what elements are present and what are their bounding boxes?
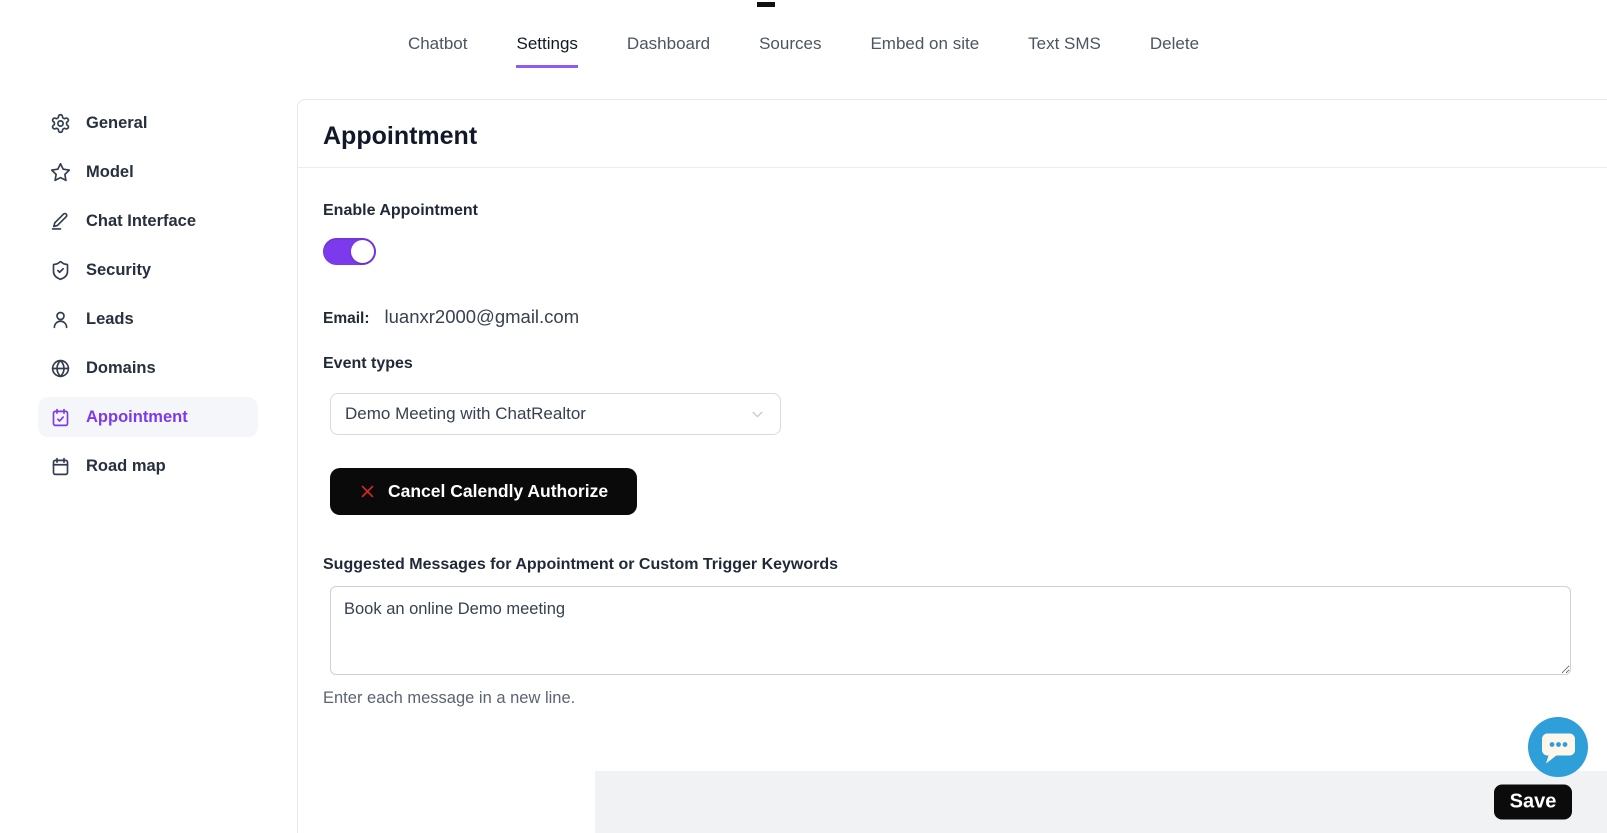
star-icon xyxy=(50,162,71,183)
tab-delete[interactable]: Delete xyxy=(1150,34,1199,68)
sidebar-item-appointment[interactable]: Appointment xyxy=(38,397,258,437)
email-value: luanxr2000@gmail.com xyxy=(385,306,580,328)
suggested-messages-help-text: Enter each message in a new line. xyxy=(323,689,1582,708)
sidebar-item-label: Leads xyxy=(86,310,134,329)
sidebar-item-general[interactable]: General xyxy=(38,103,258,143)
enable-appointment-label: Enable Appointment xyxy=(323,201,1582,220)
suggested-messages-input[interactable]: Book an online Demo meeting xyxy=(330,586,1571,675)
globe-icon xyxy=(50,358,71,379)
gear-icon xyxy=(50,113,71,134)
save-button[interactable]: Save xyxy=(1494,785,1572,820)
enable-appointment-toggle[interactable] xyxy=(323,238,376,265)
sidebar-item-domains[interactable]: Domains xyxy=(38,348,258,388)
sidebar-item-security[interactable]: Security xyxy=(38,250,258,290)
appointment-settings-panel: Appointment Enable Appointment Email: lu… xyxy=(297,99,1607,833)
top-navigation: Chatbot Settings Dashboard Sources Embed… xyxy=(0,0,1607,68)
sidebar-item-label: Model xyxy=(86,163,134,182)
tab-settings[interactable]: Settings xyxy=(516,34,577,68)
cancel-calendly-authorize-button[interactable]: Cancel Calendly Authorize xyxy=(330,468,637,515)
panel-header: Appointment xyxy=(298,100,1607,168)
tab-dashboard[interactable]: Dashboard xyxy=(627,34,710,68)
pencil-icon xyxy=(50,211,71,232)
chat-widget-button[interactable] xyxy=(1528,717,1588,777)
panel-body: Enable Appointment Email: luanxr2000@gma… xyxy=(298,168,1607,708)
person-icon xyxy=(50,309,71,330)
event-type-selected-value: Demo Meeting with ChatRealtor xyxy=(345,404,586,424)
email-label: Email: xyxy=(323,310,370,328)
tab-sources[interactable]: Sources xyxy=(759,34,821,68)
event-types-label: Event types xyxy=(323,354,1582,373)
sidebar-item-label: Appointment xyxy=(86,408,188,427)
calendar-check-icon xyxy=(50,407,71,428)
event-type-select[interactable]: Demo Meeting with ChatRealtor xyxy=(330,393,781,435)
sidebar-item-chat-interface[interactable]: Chat Interface xyxy=(38,201,258,241)
tab-embed-on-site[interactable]: Embed on site xyxy=(870,34,979,68)
footer-bar: Save xyxy=(595,771,1607,833)
chevron-down-icon xyxy=(749,406,766,423)
sidebar-item-label: Domains xyxy=(86,359,156,378)
tab-chatbot[interactable]: Chatbot xyxy=(408,34,468,68)
chat-bubble-icon xyxy=(1528,717,1588,777)
shield-check-icon xyxy=(50,260,71,281)
toggle-knob xyxy=(351,240,374,263)
calendar-icon xyxy=(50,456,71,477)
page-title: Appointment xyxy=(323,120,1582,153)
sidebar-item-model[interactable]: Model xyxy=(38,152,258,192)
sidebar-item-label: General xyxy=(86,114,147,133)
settings-sidebar: General Model Chat Interface Security Le… xyxy=(38,103,258,495)
sidebar-item-road-map[interactable]: Road map xyxy=(38,446,258,486)
sidebar-item-label: Road map xyxy=(86,457,166,476)
sidebar-item-leads[interactable]: Leads xyxy=(38,299,258,339)
sidebar-item-label: Security xyxy=(86,261,151,280)
suggested-messages-label: Suggested Messages for Appointment or Cu… xyxy=(323,555,1582,574)
x-icon xyxy=(359,483,376,500)
email-row: Email: luanxr2000@gmail.com xyxy=(323,306,1582,328)
cancel-calendly-authorize-label: Cancel Calendly Authorize xyxy=(388,481,608,502)
sidebar-item-label: Chat Interface xyxy=(86,212,196,231)
tab-text-sms[interactable]: Text SMS xyxy=(1028,34,1101,68)
